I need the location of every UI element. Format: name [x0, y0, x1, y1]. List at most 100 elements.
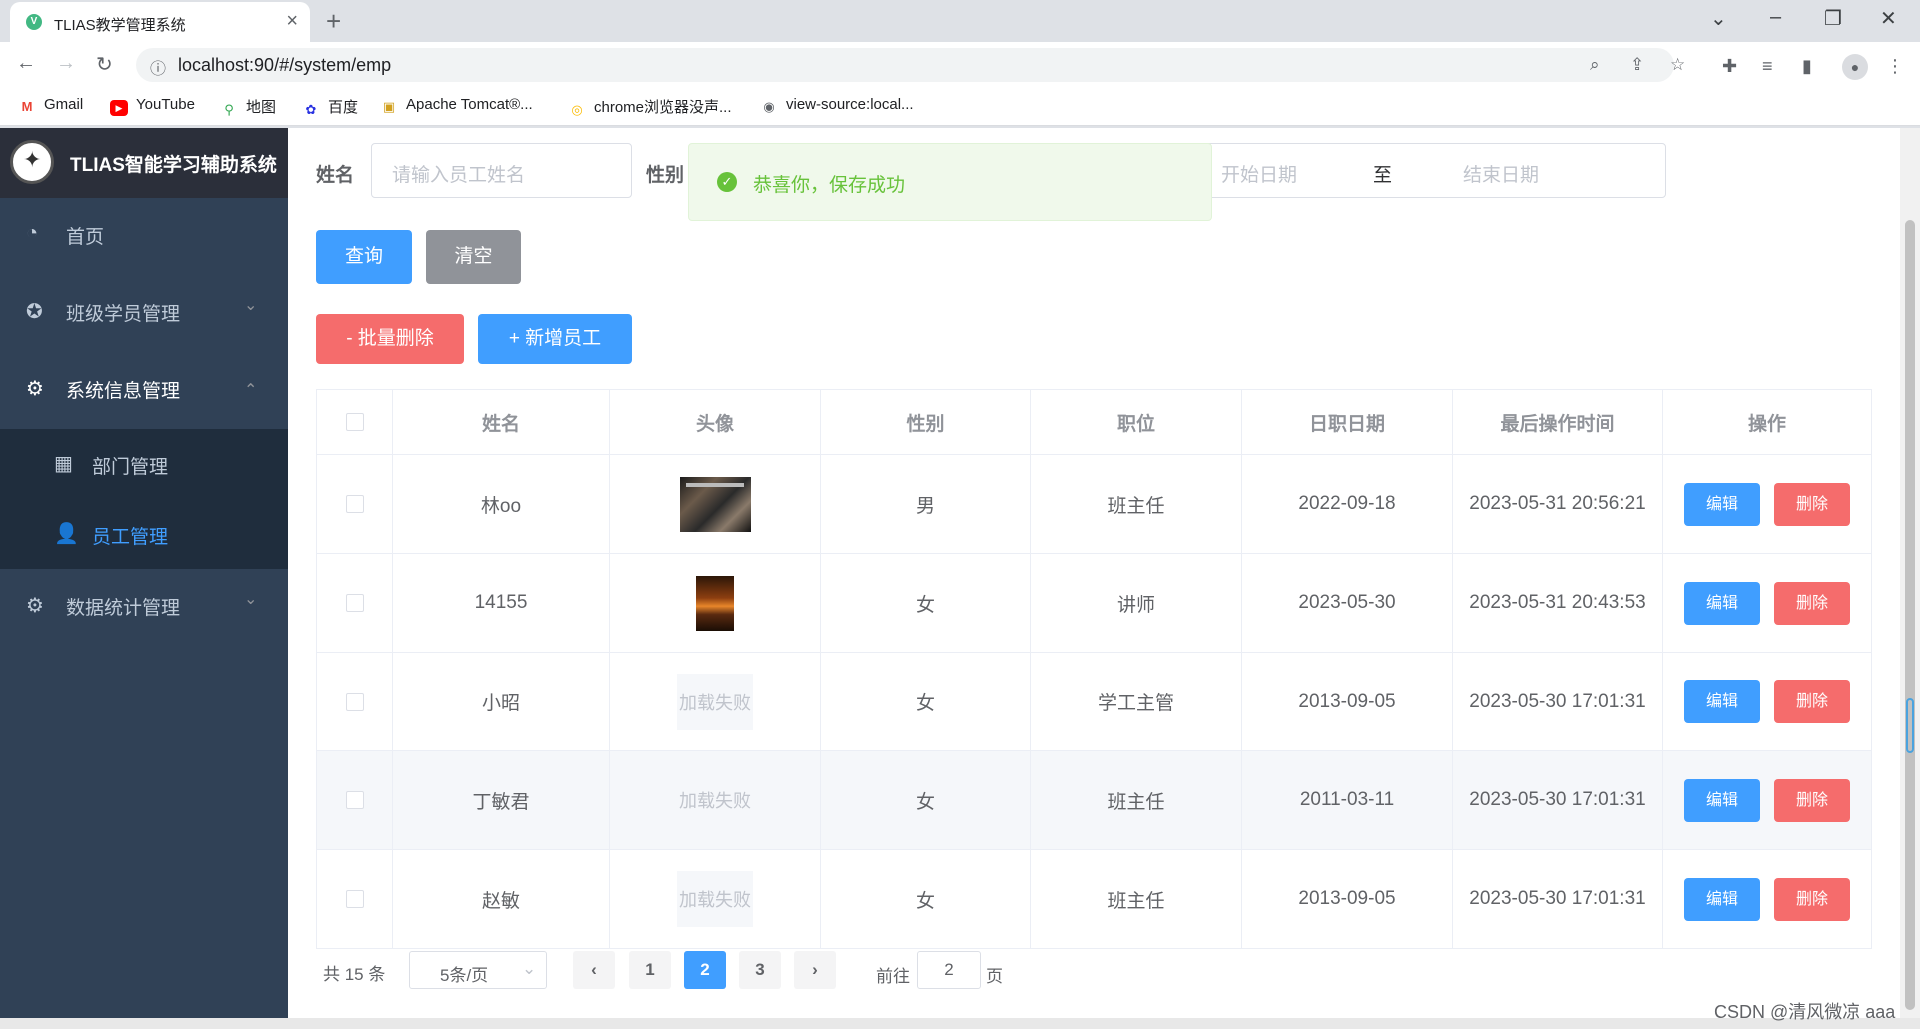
cell-gender: 女 — [821, 653, 1031, 750]
menu-dots-icon[interactable]: ⋮ — [1886, 56, 1904, 77]
tab-close-icon[interactable]: × — [286, 10, 298, 33]
employee-table: 姓名 头像 性别 职位 日职日期 最后操作时间 操作 林oo 男 班主任 202… — [316, 389, 1872, 949]
page-button-2[interactable]: 2 — [684, 951, 726, 989]
delete-button[interactable]: 删除 — [1774, 482, 1850, 526]
chevron-down-icon: ⌄ — [244, 297, 258, 314]
delete-button[interactable]: 删除 — [1774, 581, 1850, 625]
forward-icon[interactable]: → — [56, 52, 76, 75]
row-checkbox[interactable] — [345, 495, 364, 513]
reload-icon[interactable]: ↻ — [96, 52, 113, 77]
select-all-checkbox[interactable] — [345, 413, 364, 431]
cell-actions: 编辑 删除 — [1663, 455, 1871, 553]
page-scrollbar[interactable] — [1900, 128, 1920, 1018]
edit-button[interactable]: 编辑 — [1684, 680, 1760, 723]
sidebar-subitem-employees[interactable]: 👤 员工管理 — [0, 499, 288, 569]
batch-delete-button[interactable]: - 批量删除 — [316, 314, 464, 364]
sidebar-item-label: 班级学员管理 — [66, 304, 181, 325]
sidebar-subitem-departments[interactable]: ▦ 部门管理 — [0, 429, 288, 499]
extensions-icon[interactable]: ✚ — [1722, 56, 1737, 77]
sidebar-item-statistics[interactable]: ⚙ 数据统计管理 ⌄ — [0, 569, 288, 639]
goto-page-input[interactable]: 2 — [917, 951, 981, 989]
dashboard-icon: ◔ — [26, 222, 39, 244]
prev-page-icon[interactable]: ‹ — [573, 951, 615, 989]
row-checkbox[interactable] — [345, 594, 364, 612]
bookmark-chrome[interactable]: ◎ chrome浏览器没声... — [568, 96, 731, 118]
date-start-input[interactable]: 开始日期 — [1221, 160, 1297, 187]
browser-tab[interactable]: V TLIAS教学管理系统 × — [10, 2, 310, 42]
add-employee-button[interactable]: + 新增员工 — [478, 314, 632, 364]
date-separator: 至 — [1373, 165, 1393, 186]
bookmark-star-icon[interactable]: ☆ — [1670, 55, 1685, 75]
gear-icon: ⚙ — [26, 378, 44, 400]
share-icon[interactable]: ⇪ — [1630, 55, 1644, 75]
page-button-3[interactable]: 3 — [739, 951, 781, 989]
cell-update-time: 2023-05-30 17:01:31 — [1453, 653, 1663, 750]
avatar-image — [696, 575, 734, 631]
goto-prefix: 前往 — [876, 967, 910, 986]
clear-button[interactable]: 清空 — [426, 230, 521, 284]
url-text[interactable]: localhost:90/#/system/emp — [178, 55, 391, 76]
header-actions: 操作 — [1747, 413, 1786, 435]
table-row: 14155 女 讲师 2023-05-30 2023-05-31 20:43:5… — [317, 554, 1871, 653]
page-size-select[interactable]: 5条/页 ⌄ — [409, 951, 547, 989]
header-position: 职位 — [1031, 390, 1242, 454]
bookmark-gmail[interactable]: M Gmail — [18, 96, 84, 115]
avatar-load-failed: 加载失败 — [677, 673, 753, 730]
edit-button[interactable]: 编辑 — [1684, 482, 1760, 526]
side-panel-icon[interactable]: ▮ — [1802, 56, 1812, 77]
sidebar-item-label: 系统信息管理 — [66, 381, 181, 402]
media-icon[interactable]: ≡ — [1762, 56, 1773, 77]
bookmark-baidu[interactable]: ✿ 百度 — [302, 96, 358, 118]
back-icon[interactable]: ← — [16, 52, 36, 75]
row-select-cell — [317, 554, 393, 652]
page-button-1[interactable]: 1 — [629, 951, 671, 989]
sidebar-item-class-students[interactable]: ✪ 班级学员管理 ⌄ — [0, 275, 288, 345]
new-tab-icon[interactable]: + — [326, 6, 341, 37]
sidebar-logo[interactable]: ✦ TLIAS智能学习辅助系统 — [0, 128, 288, 198]
row-checkbox[interactable] — [345, 791, 364, 809]
logo-title: TLIAS智能学习辅助系统 — [70, 155, 277, 176]
minimize-icon[interactable]: – — [1770, 6, 1781, 29]
next-page-icon[interactable]: › — [794, 951, 836, 989]
sidebar-item-system-info[interactable]: ⚙ 系统信息管理 ⌃ — [0, 352, 288, 422]
youtube-icon: ▶ — [110, 100, 128, 116]
cell-name: 14155 — [393, 554, 610, 652]
omnibox[interactable]: ⓘ localhost:90/#/system/emp ⌕ ⇪ ☆ — [136, 48, 1685, 82]
edit-button[interactable]: 编辑 — [1684, 778, 1760, 822]
compass-icon: ✪ — [26, 301, 43, 323]
cell-position: 班主任 — [1031, 850, 1242, 948]
select-all-cell — [317, 390, 393, 454]
grid-icon: ▦ — [54, 453, 73, 475]
chrome-icon: ◎ — [571, 102, 583, 117]
delete-button[interactable]: 删除 — [1774, 680, 1850, 723]
bookmark-tomcat[interactable]: ▣ Apache Tomcat®... — [380, 96, 533, 115]
bookmark-youtube[interactable]: ▶ YouTube — [110, 96, 195, 116]
bookmark-view-source[interactable]: ◉ view-source:local... — [760, 96, 913, 115]
sidebar-item-home[interactable]: ◔ 首页 — [0, 198, 288, 268]
restore-icon[interactable]: ❐ — [1824, 6, 1842, 31]
cell-avatar: 加载失败 — [610, 751, 821, 849]
cell-update-time: 2023-05-30 17:01:31 — [1453, 751, 1663, 849]
close-window-icon[interactable]: ✕ — [1880, 6, 1897, 31]
delete-button[interactable]: 删除 — [1774, 877, 1850, 921]
row-checkbox[interactable] — [345, 890, 364, 908]
edit-button[interactable]: 编辑 — [1684, 581, 1760, 625]
check-circle-icon: ✓ — [717, 172, 737, 192]
date-end-input[interactable]: 结束日期 — [1463, 160, 1539, 187]
row-checkbox[interactable] — [345, 692, 364, 711]
scrollbar-thumb[interactable] — [1905, 220, 1915, 1010]
table-row: 丁敏君 加载失败 女 班主任 2011-03-11 2023-05-30 17:… — [317, 751, 1871, 850]
cell-avatar: 加载失败 — [610, 653, 821, 750]
query-button[interactable]: 查询 — [316, 230, 412, 284]
cell-position: 讲师 — [1031, 554, 1242, 652]
bookmark-maps[interactable]: ⚲ 地图 — [220, 96, 276, 118]
header-avatar: 头像 — [610, 390, 821, 454]
tab-search-icon[interactable]: ⌄ — [1710, 6, 1727, 31]
name-input[interactable]: 请输入员工姓名 — [371, 143, 632, 198]
row-select-cell — [317, 850, 393, 948]
edit-button[interactable]: 编辑 — [1684, 877, 1760, 921]
profile-avatar-icon[interactable]: ● — [1842, 54, 1868, 80]
zoom-icon[interactable]: ⌕ — [1590, 55, 1600, 75]
site-info-icon[interactable]: ⓘ — [150, 55, 166, 79]
delete-button[interactable]: 删除 — [1774, 778, 1850, 822]
